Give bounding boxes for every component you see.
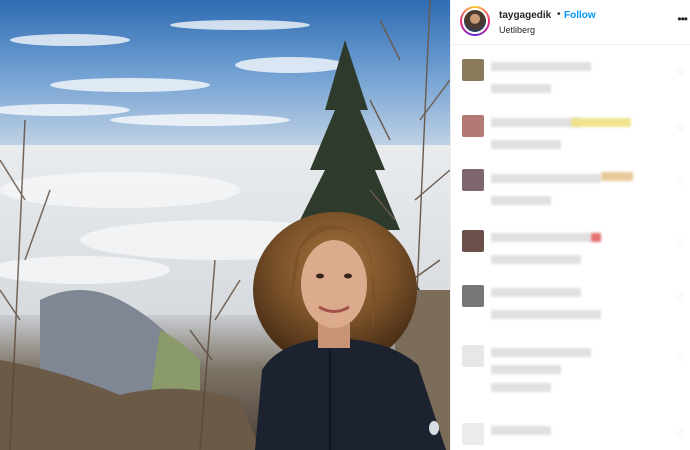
blurred-text <box>491 288 581 297</box>
blurred-text <box>491 84 551 93</box>
comment-avatar[interactable] <box>462 285 484 307</box>
comment-avatar[interactable] <box>462 59 484 81</box>
comment-avatar[interactable] <box>462 345 484 367</box>
blurred-text <box>491 383 551 392</box>
location-link[interactable]: Uetliberg <box>499 25 535 35</box>
blurred-text <box>491 426 551 435</box>
blurred-text <box>491 118 581 127</box>
story-ring[interactable] <box>460 6 490 36</box>
more-options-icon[interactable]: ••• <box>677 12 688 26</box>
blurred-emoji <box>571 118 631 127</box>
blurred-text <box>491 348 591 357</box>
heart-icon[interactable]: ♡ <box>676 429 685 440</box>
blurred-text <box>491 174 601 183</box>
separator-dot: • <box>557 9 561 20</box>
photo-scene <box>0 0 450 450</box>
avatar[interactable] <box>462 8 488 34</box>
blurred-text <box>491 62 591 71</box>
heart-icon[interactable]: ♡ <box>676 177 685 188</box>
post-photo[interactable] <box>0 0 450 450</box>
username[interactable]: taygagedik <box>499 10 551 21</box>
blurred-emoji <box>601 172 633 181</box>
heart-icon[interactable]: ♡ <box>676 293 685 304</box>
blurred-emoji <box>591 233 601 242</box>
blurred-text <box>491 365 561 374</box>
blurred-text <box>491 140 561 149</box>
heart-icon[interactable]: ♡ <box>676 123 685 134</box>
heart-icon[interactable]: ♡ <box>676 67 685 78</box>
comment-avatar[interactable] <box>462 115 484 137</box>
heart-icon[interactable]: ♡ <box>676 238 685 249</box>
comment-avatar[interactable] <box>462 169 484 191</box>
heart-icon[interactable]: ♡ <box>676 353 685 364</box>
comment-avatar[interactable] <box>462 230 484 252</box>
blurred-text <box>491 233 591 242</box>
post-sidebar: taygagedik • Follow Uetliberg ••• ♡ ♡ ♡ <box>450 0 690 450</box>
blurred-text <box>491 255 581 264</box>
post-header: taygagedik • Follow Uetliberg ••• <box>451 0 690 44</box>
comment-avatar[interactable] <box>462 423 484 445</box>
blurred-text <box>491 310 601 319</box>
blurred-text <box>491 196 551 205</box>
comments-list: ♡ ♡ ♡ ♡ ♡ ♡ ♡ <box>451 45 690 450</box>
follow-button[interactable]: Follow <box>564 10 596 21</box>
